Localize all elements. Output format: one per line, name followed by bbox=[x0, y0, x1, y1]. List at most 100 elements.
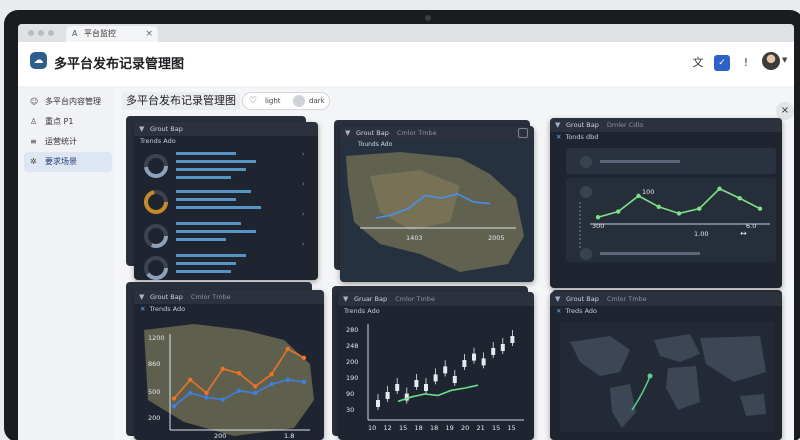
list-row bbox=[176, 152, 236, 155]
expand-icon: ↔ bbox=[740, 229, 747, 238]
data-point bbox=[236, 371, 242, 376]
dashboard-card-3[interactable]: ▼ Grout Bap Dmler Cdlo ✕ Tonds dbd 300 6.0 … bbox=[550, 118, 782, 288]
tick-label: 1403 bbox=[406, 234, 423, 242]
data-point bbox=[616, 209, 621, 214]
data-point bbox=[737, 196, 742, 201]
data-point bbox=[301, 379, 307, 385]
list-row bbox=[176, 238, 226, 241]
row-icon bbox=[580, 156, 592, 168]
list-row bbox=[176, 190, 251, 193]
list-row bbox=[176, 254, 246, 257]
data-point bbox=[204, 390, 209, 396]
theme-dark-label: dark bbox=[309, 97, 325, 105]
tick-label: 100 bbox=[642, 188, 654, 196]
data-point bbox=[717, 186, 722, 191]
data-point bbox=[171, 404, 177, 409]
tab-favicon-icon: A bbox=[72, 29, 78, 38]
world-map bbox=[560, 322, 774, 432]
list-icon: ≡ bbox=[30, 137, 37, 146]
row-icon bbox=[580, 248, 592, 260]
tick-label: 1.8 bbox=[284, 432, 294, 440]
browser-tab[interactable]: A 平台监控 × bbox=[66, 26, 158, 42]
translate-icon[interactable]: 文 bbox=[690, 55, 706, 71]
data-point bbox=[757, 206, 763, 211]
tick-label: 300 bbox=[592, 222, 604, 230]
tick-label: 15 bbox=[492, 424, 500, 432]
data-point bbox=[656, 204, 661, 209]
camera bbox=[425, 15, 431, 21]
curve-chart: 300 6.0 100 1.00 ↔ bbox=[566, 148, 776, 262]
theme-light-label: light bbox=[265, 97, 281, 105]
data-point bbox=[236, 388, 242, 393]
sidebar-item-label: 重点 P1 bbox=[45, 117, 74, 126]
row-label bbox=[600, 160, 680, 163]
map-line-chart: Tounds Ado 1403 2005 bbox=[340, 140, 534, 282]
data-point bbox=[285, 377, 290, 382]
chevron-icon: › bbox=[302, 150, 305, 158]
list-rows bbox=[176, 152, 261, 273]
data-point bbox=[301, 355, 307, 360]
data-point bbox=[676, 211, 682, 216]
candle bbox=[510, 336, 515, 343]
browser-tabstrip: A 平台监控 × bbox=[18, 24, 794, 42]
data-point bbox=[595, 215, 601, 220]
data-point bbox=[188, 390, 193, 396]
sidebar-item-stats[interactable]: ≡ 运营统计 bbox=[24, 132, 112, 152]
list-row bbox=[176, 230, 256, 233]
dashboard-card-4[interactable]: ▼ Grout Bap Cmlor Tmbe ✕ Trends Ado 1200 86… bbox=[134, 290, 324, 440]
chevron-icon: › bbox=[302, 180, 305, 188]
tick-label: 190 bbox=[346, 374, 358, 382]
row-icon bbox=[580, 186, 592, 198]
data-point bbox=[269, 372, 274, 377]
chevron-down-icon[interactable]: ⌄ bbox=[178, 53, 186, 64]
sidebar-item-priority[interactable]: ♙ 重点 P1 bbox=[24, 112, 112, 132]
route-point bbox=[647, 373, 653, 379]
tick-label: 20 bbox=[461, 424, 469, 432]
chevron-icon: › bbox=[302, 240, 305, 248]
candle bbox=[481, 358, 486, 366]
dashboard-card-1[interactable]: ▼ Grout Bap Trends Ado › › › › bbox=[134, 122, 318, 280]
checkbox-icon[interactable]: ✓ bbox=[714, 55, 730, 71]
main-content: 多平台发布记录管理图 ♡ light dark × ▼ Grout Bap Tre… bbox=[114, 86, 794, 440]
toggle-knob[interactable] bbox=[293, 95, 305, 107]
series-line bbox=[397, 384, 479, 403]
data-point bbox=[636, 193, 641, 199]
list-row bbox=[176, 168, 246, 171]
notification-icon[interactable]: ! bbox=[738, 55, 754, 71]
list-row bbox=[176, 160, 256, 163]
list-row bbox=[176, 198, 236, 201]
window-controls[interactable] bbox=[28, 30, 54, 36]
candle bbox=[462, 360, 467, 367]
sidebar-item-label: 多平台内容管理 bbox=[45, 97, 101, 106]
list-row bbox=[176, 176, 231, 179]
candle bbox=[385, 392, 390, 399]
list-row bbox=[176, 270, 231, 273]
gear-icon: ✲ bbox=[30, 157, 37, 166]
app-title[interactable]: 多平台发布记录管理图 bbox=[54, 53, 184, 72]
plot-panel bbox=[566, 178, 776, 262]
data-point bbox=[253, 390, 258, 396]
sidebar-item-scenes[interactable]: ✲ 要求场景 bbox=[24, 152, 112, 172]
theme-toggle[interactable]: ♡ light dark bbox=[242, 92, 330, 110]
dashboard-card-5[interactable]: ▼ Gruar Bap Cmlor Tmbe Trends Ado 280 248 20… bbox=[338, 292, 534, 440]
data-point bbox=[204, 395, 209, 400]
data-point bbox=[253, 384, 258, 389]
candle bbox=[414, 380, 419, 387]
line-series bbox=[397, 384, 479, 403]
dashboard-card-6[interactable]: ▼ Grout Bap Cmlor Tmbe ✕ Treds Ado bbox=[550, 292, 782, 440]
tick-label: 18 bbox=[415, 424, 423, 432]
sidebar-item-content[interactable]: ☺ 多平台内容管理 bbox=[24, 92, 112, 112]
app-header: ☁ 多平台发布记录管理图 ⌄ 文 ✓ ! ▼ bbox=[18, 42, 794, 86]
dashboard-card-2[interactable]: ▼ Grout Bap Cmlor Tmbe Tounds Ado 1403 200… bbox=[340, 126, 534, 282]
avatar-caret-icon[interactable]: ▼ bbox=[782, 56, 787, 64]
tab-close-icon[interactable]: × bbox=[145, 26, 153, 42]
candle bbox=[433, 374, 438, 382]
avatar[interactable] bbox=[762, 52, 780, 70]
sidebar-item-label: 运营统计 bbox=[45, 137, 77, 146]
tick-labels: 280 248 200 190 90 30 10 12 15 18 18 19 20 21 15 15 bbox=[346, 326, 516, 432]
heart-icon[interactable]: ♡ bbox=[249, 93, 257, 109]
person-icon: ♙ bbox=[30, 117, 38, 126]
candle bbox=[500, 344, 505, 351]
data-point bbox=[285, 346, 290, 352]
sidebar-item-label: 要求场景 bbox=[45, 157, 77, 166]
